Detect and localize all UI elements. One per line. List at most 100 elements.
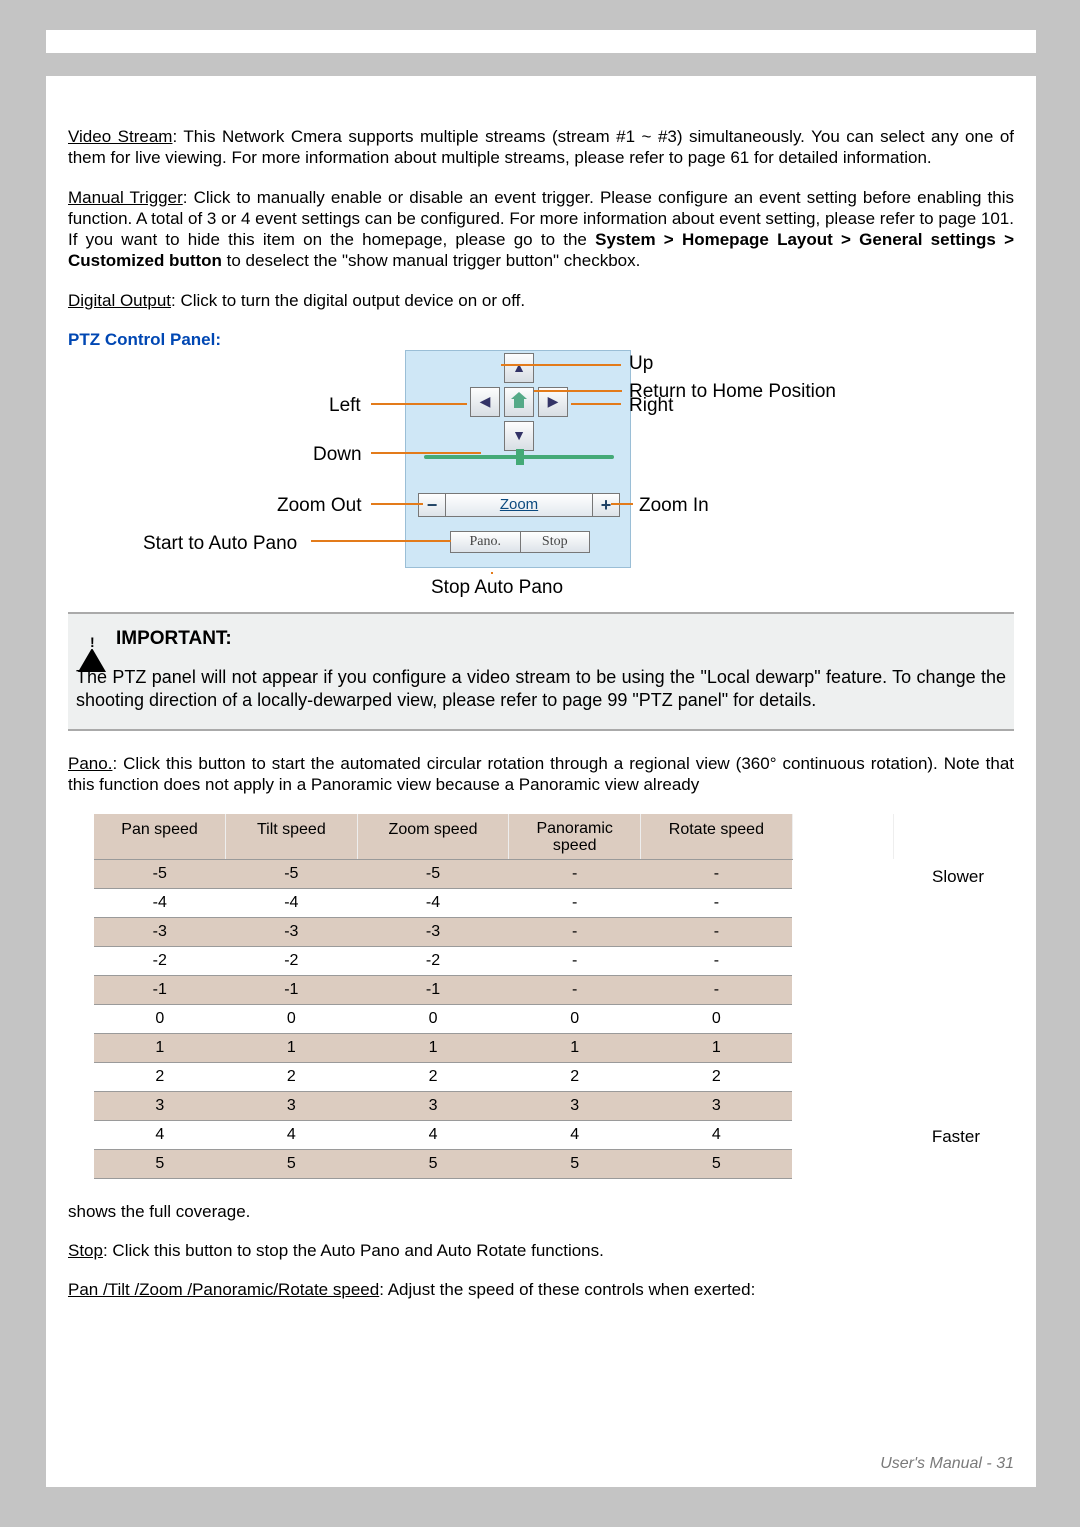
speed-side-cell bbox=[792, 1149, 893, 1178]
speed-cell: 5 bbox=[640, 1149, 792, 1178]
start-auto-pano-label: Start to Auto Pano bbox=[143, 532, 297, 556]
left-label: Left bbox=[329, 394, 361, 418]
speed-cell: - bbox=[640, 917, 792, 946]
th-pan: Pan speed bbox=[94, 814, 226, 860]
home-icon bbox=[511, 395, 527, 409]
speed-cell: 1 bbox=[94, 1033, 226, 1062]
manual-trigger-label: Manual Trigger bbox=[68, 188, 183, 207]
speed-cell: -2 bbox=[357, 946, 509, 975]
pan-slider[interactable] bbox=[424, 455, 614, 459]
pano-desc-label: Pano. bbox=[68, 754, 112, 773]
th-rotate: Rotate speed bbox=[640, 814, 792, 860]
speed-cell: 5 bbox=[226, 1149, 358, 1178]
connector bbox=[371, 503, 423, 505]
down-button[interactable]: ▼ bbox=[504, 421, 534, 451]
speed-cell: - bbox=[509, 888, 641, 917]
speed-cell: 3 bbox=[226, 1091, 358, 1120]
connector bbox=[611, 503, 633, 505]
pano-desc-para: Pano.: Click this button to start the au… bbox=[68, 753, 1014, 796]
speed-cell: - bbox=[509, 859, 641, 888]
pano-desc-text: : Click this button to start the automat… bbox=[68, 754, 1014, 794]
ptz-panel: ▲ ▼ ◀ ▶ − Zoom + Pano. Stop bbox=[405, 350, 631, 568]
left-button[interactable]: ◀ bbox=[470, 387, 500, 417]
speed-cell: 3 bbox=[509, 1091, 641, 1120]
important-box: ! IMPORTANT: The PTZ panel will not appe… bbox=[68, 612, 1014, 731]
zoom-in-button[interactable]: + bbox=[592, 493, 620, 517]
th-blank bbox=[792, 814, 893, 860]
speed-cell: 5 bbox=[94, 1149, 226, 1178]
speed-table: Pan speed Tilt speed Zoom speed Panorami… bbox=[94, 814, 894, 1179]
speed-side-cell bbox=[792, 1033, 893, 1062]
video-stream-label: Video Stream bbox=[68, 127, 172, 146]
speed-cell: 3 bbox=[640, 1091, 792, 1120]
zoom-out-label: Zoom Out bbox=[277, 494, 361, 518]
connector bbox=[501, 364, 621, 366]
speed-cell: 4 bbox=[509, 1120, 641, 1149]
speed-side-cell bbox=[792, 917, 893, 946]
digital-output-para: Digital Output: Click to turn the digita… bbox=[68, 290, 1014, 311]
speed-cell: 5 bbox=[509, 1149, 641, 1178]
speed-cell: 2 bbox=[94, 1062, 226, 1091]
up-button[interactable]: ▲ bbox=[504, 353, 534, 383]
down-label: Down bbox=[313, 443, 362, 467]
speed-cell: 0 bbox=[357, 1004, 509, 1033]
connector bbox=[371, 452, 481, 454]
speed-cell: -2 bbox=[226, 946, 358, 975]
speed-cell: -3 bbox=[357, 917, 509, 946]
speed-cell: 1 bbox=[226, 1033, 358, 1062]
stop-desc-label: Stop bbox=[68, 1241, 103, 1260]
home-button[interactable] bbox=[504, 387, 534, 417]
speed-cell: - bbox=[640, 946, 792, 975]
footer: User's Manual - 31 bbox=[880, 1455, 1014, 1473]
speed-side-cell bbox=[792, 1091, 893, 1120]
page: VIVOTEK Video Stream: This Network Cmera… bbox=[46, 30, 1036, 1487]
speed-cell: -4 bbox=[94, 888, 226, 917]
connector bbox=[491, 572, 493, 574]
stop-button[interactable]: Stop bbox=[521, 531, 591, 553]
speed-cell: 0 bbox=[509, 1004, 641, 1033]
speed-side-cell bbox=[792, 975, 893, 1004]
speed-cell: 4 bbox=[640, 1120, 792, 1149]
stop-auto-pano-label: Stop Auto Pano bbox=[431, 576, 563, 600]
speed-cell: - bbox=[640, 975, 792, 1004]
speed-cell: 2 bbox=[640, 1062, 792, 1091]
speed-cell: 3 bbox=[94, 1091, 226, 1120]
stop-desc-text: : Click this button to stop the Auto Pan… bbox=[103, 1241, 604, 1260]
speed-desc-label: Pan /Tilt /Zoom /Panoramic/Rotate speed bbox=[68, 1280, 379, 1299]
speed-cell: 4 bbox=[94, 1120, 226, 1149]
stop-desc-para: Stop: Click this button to stop the Auto… bbox=[68, 1240, 1014, 1261]
video-stream-text: : This Network Cmera supports multiple s… bbox=[68, 127, 1014, 167]
connector bbox=[534, 390, 622, 392]
ptz-title: PTZ Control Panel: bbox=[68, 329, 1014, 350]
speed-cell: 5 bbox=[357, 1149, 509, 1178]
speed-side-cell bbox=[792, 1120, 893, 1149]
pano-button[interactable]: Pano. bbox=[450, 531, 521, 553]
speed-cell: -3 bbox=[226, 917, 358, 946]
speed-cell: 4 bbox=[226, 1120, 358, 1149]
speed-cell: -1 bbox=[94, 975, 226, 1004]
speed-cell: -5 bbox=[226, 859, 358, 888]
important-title: IMPORTANT: bbox=[116, 627, 232, 651]
zoom-row: − Zoom + bbox=[418, 491, 620, 519]
zoom-out-button[interactable]: − bbox=[418, 493, 446, 517]
speed-cell: 2 bbox=[509, 1062, 641, 1091]
video-stream-para: Video Stream: This Network Cmera support… bbox=[68, 126, 1014, 169]
dpad: ▲ ▼ ◀ ▶ bbox=[470, 353, 568, 451]
speed-cell: -2 bbox=[94, 946, 226, 975]
speed-desc-para: Pan /Tilt /Zoom /Panoramic/Rotate speed:… bbox=[68, 1279, 1014, 1300]
manual-trigger-para: Manual Trigger: Click to manually enable… bbox=[68, 187, 1014, 272]
th-zoom: Zoom speed bbox=[357, 814, 509, 860]
right-label: Right bbox=[629, 394, 673, 418]
warning-icon: ! bbox=[78, 626, 106, 652]
speed-cell: 2 bbox=[357, 1062, 509, 1091]
th-panoramic: Panoramicspeed bbox=[509, 814, 641, 860]
digital-output-label: Digital Output bbox=[68, 291, 171, 310]
brand-label: VIVOTEK bbox=[46, 30, 1036, 53]
speed-cell: - bbox=[509, 946, 641, 975]
speed-desc-text: : Adjust the speed of these controls whe… bbox=[379, 1280, 755, 1299]
important-body: The PTZ panel will not appear if you con… bbox=[74, 666, 1008, 711]
speed-cell: -1 bbox=[357, 975, 509, 1004]
speed-cell: - bbox=[640, 888, 792, 917]
speed-cell: - bbox=[640, 859, 792, 888]
speed-cell: -4 bbox=[357, 888, 509, 917]
